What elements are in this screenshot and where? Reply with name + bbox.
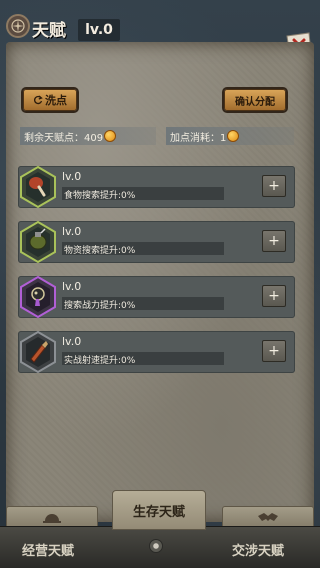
skill-level: lv.0: [62, 225, 82, 238]
tab-business-icon-holder[interactable]: [6, 506, 98, 528]
skill-row-fire-rate: lv.0 实战射速提升:0% +: [18, 330, 295, 374]
skill-level: lv.0: [62, 335, 82, 348]
helmet-icon: [43, 514, 61, 523]
skill-level: lv.0: [62, 170, 82, 183]
add-point-button[interactable]: +: [262, 175, 286, 197]
add-point-button[interactable]: +: [262, 285, 286, 307]
skill-progress-bar: 食物搜索提升:0%: [62, 187, 224, 201]
header-level: lv.0: [85, 22, 113, 38]
tab-business-talent[interactable]: 经营天赋: [22, 540, 74, 559]
gold-coin-icon: [227, 130, 240, 142]
gas-mask-icon: [18, 275, 58, 319]
tab-survival-talent[interactable]: 生存天赋: [112, 490, 206, 530]
tab-negotiation-talent[interactable]: 交涉天赋: [232, 540, 284, 559]
tab-negotiation-icon-holder[interactable]: [222, 506, 314, 528]
tab-survival-label: 生存天赋: [132, 504, 185, 520]
skill-description: 物资搜索提升:0%: [64, 246, 136, 256]
point-cost: 加点消耗：1: [166, 127, 294, 145]
skill-progress-bar: 物资搜索提升:0%: [62, 242, 224, 256]
skill-row-combat-search: lv.0 搜索战力提升:0% +: [18, 275, 295, 319]
skill-level: lv.0: [62, 280, 82, 293]
add-point-button[interactable]: +: [262, 340, 286, 362]
skill-row-food-search: lv.0 食物搜索提升:0% +: [18, 165, 295, 209]
skill-row-supply-search: lv.0 物资搜索提升:0% +: [18, 220, 295, 264]
gold-coin-icon: [104, 130, 117, 142]
wash-points-button[interactable]: 洗点: [23, 89, 77, 111]
header-level-badge: lv.0: [78, 19, 120, 41]
bullet-icon: [18, 330, 58, 374]
remaining-points: 剩余天赋点：409: [20, 127, 156, 145]
compass-emblem-icon: [6, 14, 30, 38]
skill-description: 食物搜索提升:0%: [64, 191, 136, 201]
add-point-button[interactable]: +: [262, 230, 286, 252]
remaining-points-label: 剩余天赋点：409: [24, 132, 104, 144]
skill-progress-bar: 搜索战力提升:0%: [62, 297, 224, 311]
header: 天赋 lv.0: [0, 0, 320, 44]
skill-description: 搜索战力提升:0%: [64, 301, 136, 311]
skill-progress-bar: 实战射速提升:0%: [62, 352, 224, 366]
point-cost-label: 加点消耗：1: [170, 132, 227, 144]
wash-points-label: 洗点: [45, 94, 67, 107]
page-title: 天赋: [32, 21, 66, 41]
grenade-icon: [18, 220, 58, 264]
drumstick-icon: [18, 165, 58, 209]
confirm-allocation-label: 确认分配: [235, 96, 275, 108]
skill-description: 实战射速提升:0%: [64, 356, 136, 366]
page-indicator-dot: [149, 539, 163, 553]
handshake-icon: [258, 513, 278, 521]
refresh-icon: [34, 95, 43, 105]
confirm-allocation-button[interactable]: 确认分配: [224, 89, 286, 111]
